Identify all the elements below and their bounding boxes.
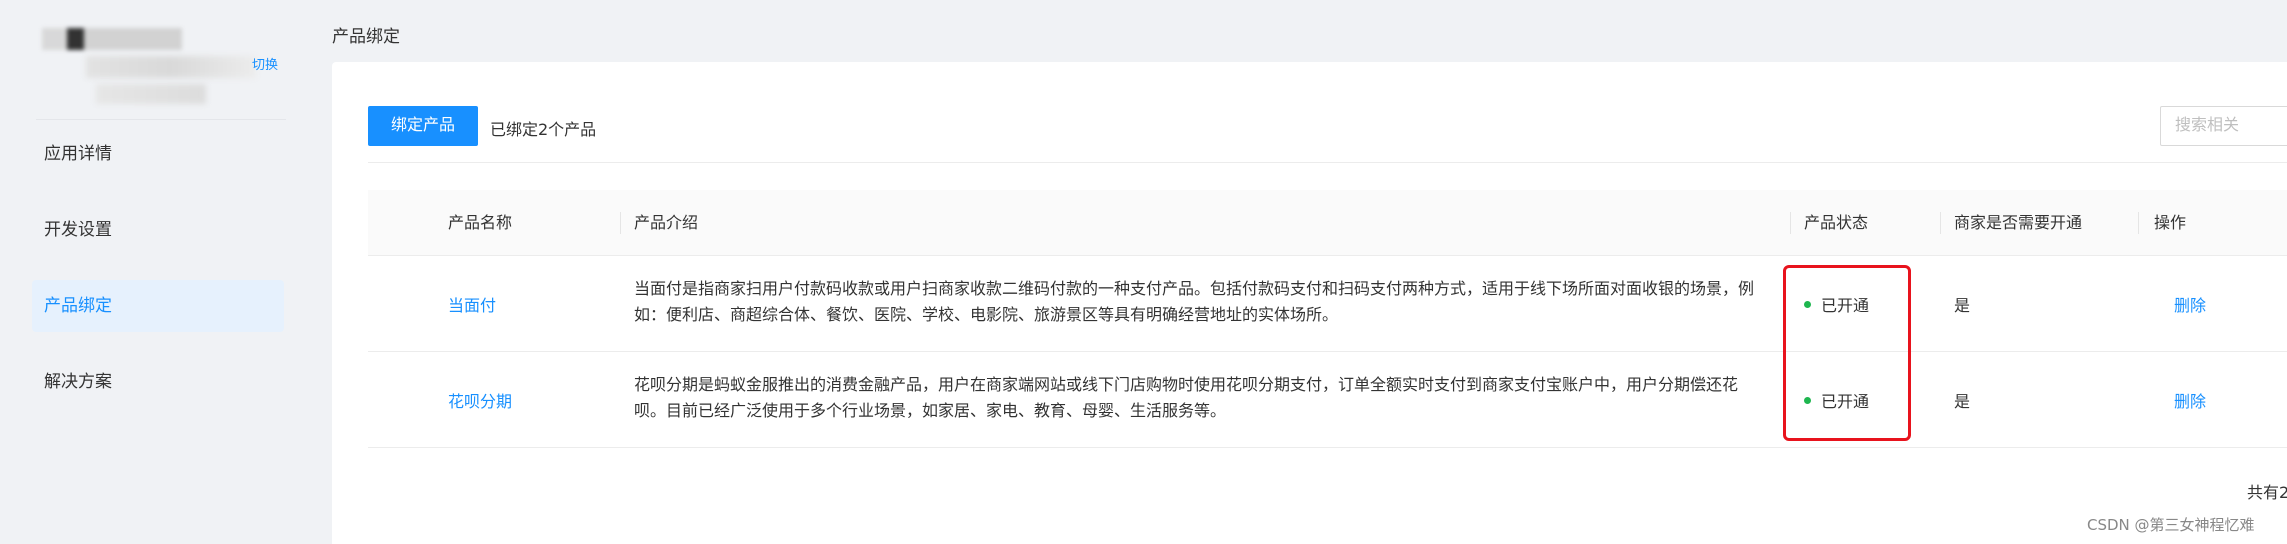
blurred-app-name xyxy=(86,56,256,78)
merchant-need-open-value: 是 xyxy=(1954,296,1971,315)
col-product-desc: 产品介绍 xyxy=(634,213,699,232)
product-table: 产品名称 产品介绍 产品状态 商家是否需要开通 操作 当面付 当面付是指商家扫用… xyxy=(368,190,2287,448)
product-description: 花呗分期是蚂蚁金服推出的消费金融产品，用户在商家端网站或线下门店购物时使用花呗分… xyxy=(634,375,1739,420)
sidebar-item-solutions[interactable]: 解决方案 xyxy=(32,356,284,408)
product-description: 当面付是指商家扫用户付款码收款或用户扫商家收款二维码付款的一种支付产品。包括付款… xyxy=(634,279,1755,324)
sidebar-item-app-details[interactable]: 应用详情 xyxy=(32,128,284,180)
merchant-need-open-value: 是 xyxy=(1954,392,1971,411)
search-input[interactable] xyxy=(2160,106,2287,146)
table-header: 产品名称 产品介绍 产品状态 商家是否需要开通 操作 xyxy=(368,190,2287,256)
table-row: 花呗分期 花呗分期是蚂蚁金服推出的消费金融产品，用户在商家端网站或线下门店购物时… xyxy=(368,352,2287,448)
delete-link[interactable]: 删除 xyxy=(2174,388,2206,412)
sidebar-item-product-binding[interactable]: 产品绑定 xyxy=(32,280,284,332)
product-name-link[interactable]: 当面付 xyxy=(448,292,496,316)
sidebar-item-dev-settings[interactable]: 开发设置 xyxy=(32,204,284,256)
sidebar-menu: 应用详情 开发设置 产品绑定 解决方案 xyxy=(32,128,284,432)
col-operation: 操作 xyxy=(2154,213,2187,232)
column-divider xyxy=(620,212,621,234)
col-product-status: 产品状态 xyxy=(1804,213,1869,232)
main-panel: 绑定产品 已绑定2个产品 产品名称 产品介绍 产品状态 商家是否需要开通 操作 … xyxy=(332,62,2287,544)
bind-product-button[interactable]: 绑定产品 xyxy=(368,106,478,146)
blurred-app-id xyxy=(96,84,206,104)
product-name-link[interactable]: 花呗分期 xyxy=(448,388,512,412)
column-divider xyxy=(1790,212,1791,234)
column-divider xyxy=(2138,212,2139,234)
column-divider xyxy=(1940,212,1941,234)
divider xyxy=(368,162,2287,163)
page-title: 产品绑定 xyxy=(332,27,400,47)
switch-app-link[interactable]: 切换 xyxy=(252,54,278,73)
col-product-name: 产品名称 xyxy=(448,213,513,232)
delete-link[interactable]: 删除 xyxy=(2174,292,2206,316)
sidebar: 切换 应用详情 开发设置 产品绑定 解决方案 xyxy=(0,0,300,544)
table-row: 当面付 当面付是指商家扫用户付款码收款或用户扫商家收款二维码付款的一种支付产品。… xyxy=(368,256,2287,352)
blurred-app-logo xyxy=(42,28,182,50)
watermark: CSDN @第三女神程忆难 xyxy=(2087,516,2255,534)
bound-count-text: 已绑定2个产品 xyxy=(490,120,597,139)
col-merchant-need-open: 商家是否需要开通 xyxy=(1954,213,2083,232)
status-highlight-box xyxy=(1783,265,1911,441)
total-count: 共有2 xyxy=(2247,483,2287,502)
app-info: 切换 xyxy=(36,20,286,120)
